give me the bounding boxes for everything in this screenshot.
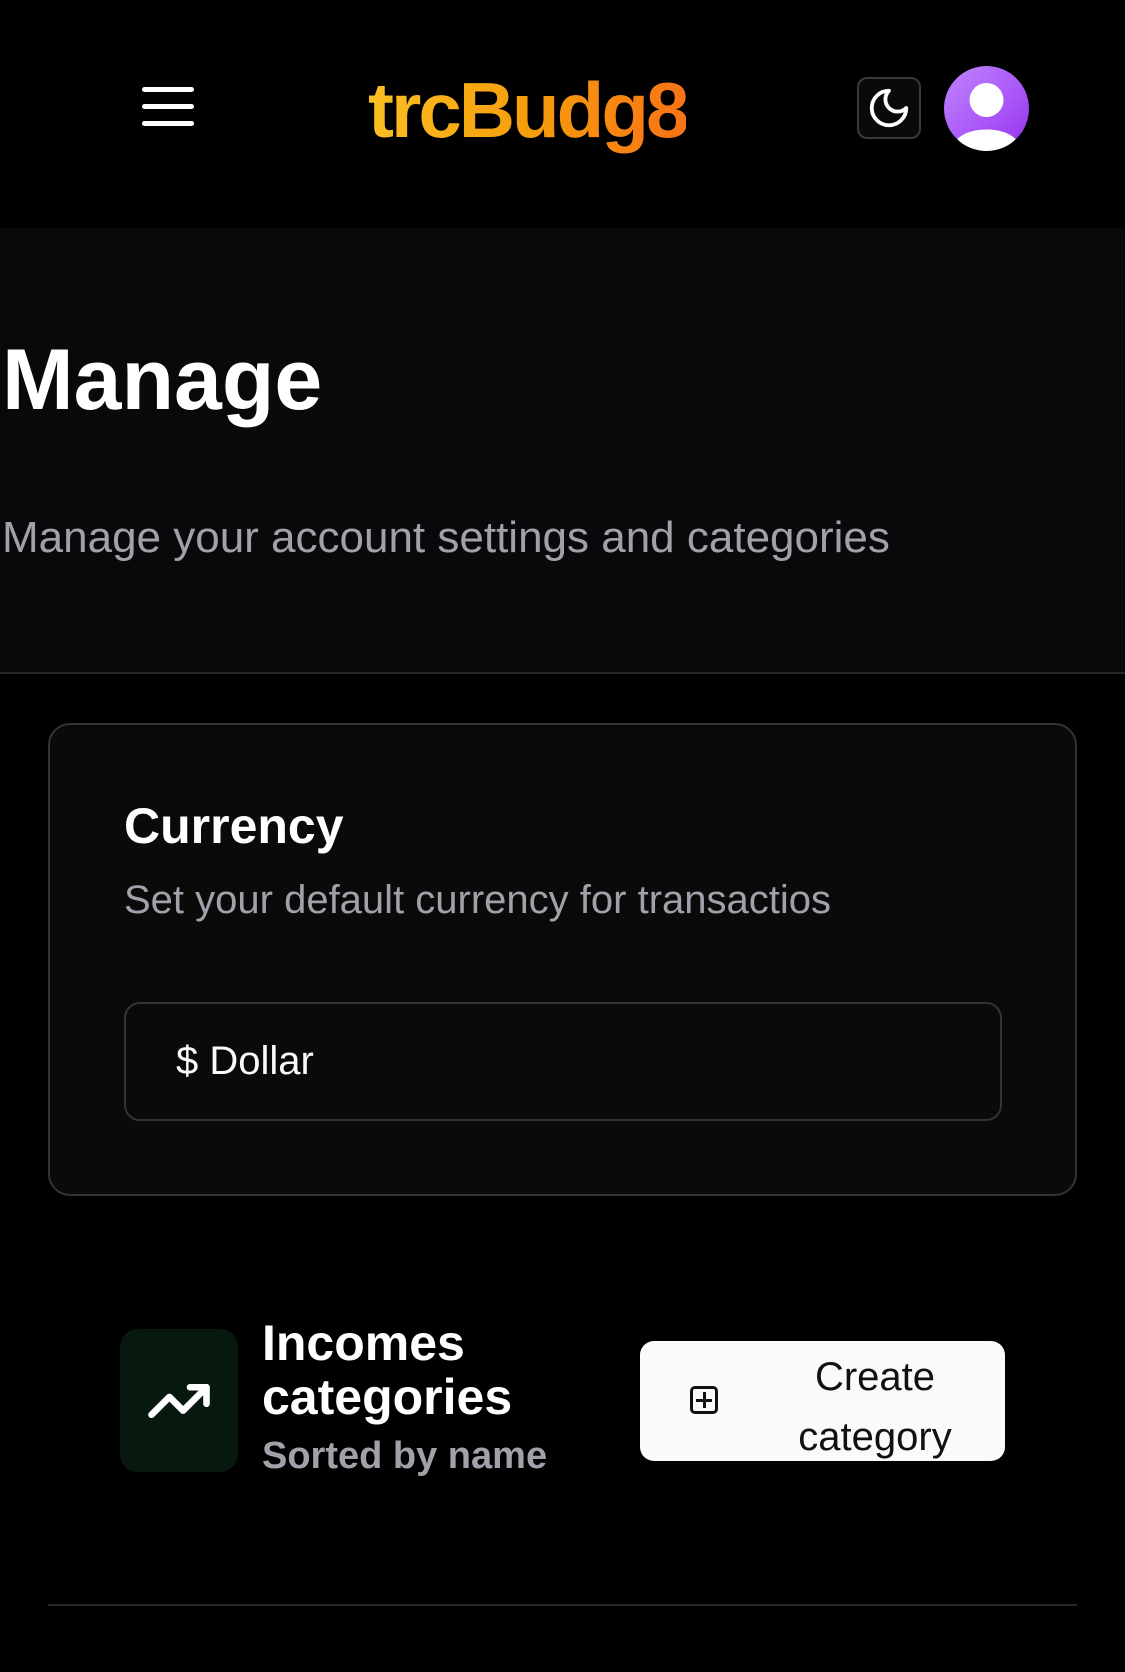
create-category-label: Create category <box>798 1355 952 1459</box>
hamburger-menu-icon[interactable] <box>136 82 200 132</box>
square-plus-icon <box>690 1386 718 1414</box>
currency-card <box>48 723 1077 1196</box>
app-logo[interactable]: trcBudg8 <box>368 60 689 160</box>
page-subtitle: Manage your account settings and categor… <box>2 513 890 562</box>
page-title: Manage <box>2 332 323 428</box>
theme-toggle-button[interactable] <box>857 77 921 139</box>
user-avatar-icon <box>954 83 1019 151</box>
trending-up-icon <box>148 1383 210 1418</box>
incomes-section-title: Incomes categories <box>262 1315 513 1425</box>
incomes-section-subtitle: Sorted by name <box>262 1435 548 1477</box>
currency-card-title: Currency <box>124 798 344 854</box>
page-header <box>0 228 1125 674</box>
currency-selected-value: $ Dollar <box>176 1039 314 1083</box>
currency-select[interactable]: $ Dollar <box>124 1002 1002 1121</box>
currency-card-description: Set your default currency for transactio… <box>124 878 831 922</box>
section-divider <box>48 1604 1077 1606</box>
user-avatar[interactable] <box>944 66 1029 151</box>
incomes-icon-container <box>120 1329 238 1472</box>
moon-icon <box>869 88 909 128</box>
top-navbar: trcBudg8 <box>0 0 1125 228</box>
create-category-button[interactable]: Create category <box>640 1341 1005 1461</box>
